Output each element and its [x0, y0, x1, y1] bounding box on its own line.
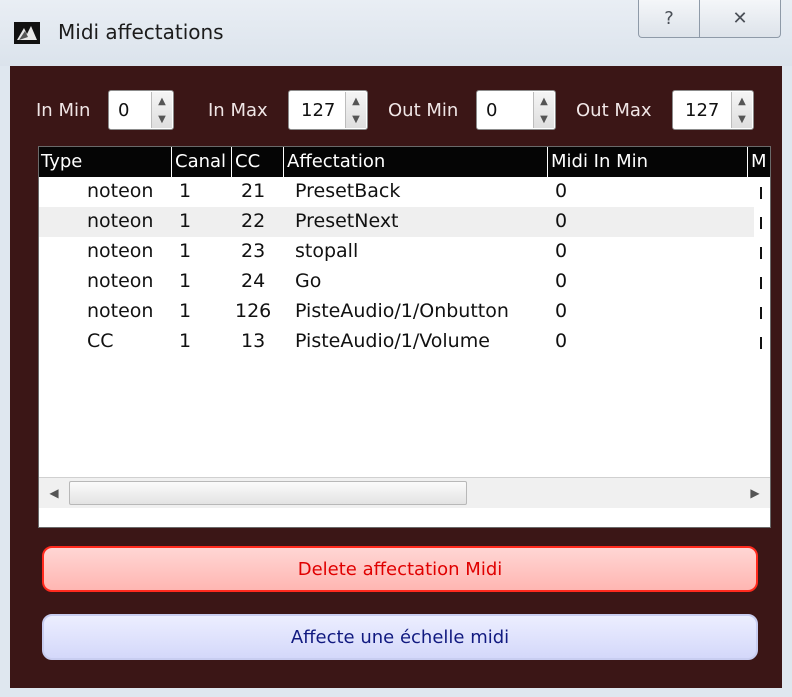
out-max-spinbox[interactable]: 127 ▲ ▼ — [672, 90, 754, 130]
out-max-down-arrow-icon[interactable]: ▼ — [732, 110, 752, 128]
table-row[interactable]: noteon 1 21 PresetBack 0 — [39, 177, 754, 207]
column-header-affectation[interactable]: Affectation — [287, 151, 385, 172]
help-button[interactable]: ? — [638, 0, 700, 38]
window-title: Midi affectations — [58, 20, 224, 44]
out-max-value[interactable]: 127 — [685, 100, 719, 121]
cell-cc: 22 — [241, 210, 266, 232]
table-row[interactable]: noteon 1 24 Go 0 — [39, 267, 754, 297]
scroll-left-arrow-icon[interactable]: ◀ — [39, 478, 69, 508]
cell-type: noteon — [87, 240, 154, 262]
truncated-cell-mark — [760, 217, 762, 229]
cell-type: noteon — [87, 270, 154, 292]
truncated-cell-mark — [760, 187, 762, 199]
scrollbar-thumb[interactable] — [69, 481, 467, 505]
table-row[interactable]: noteon 1 23 stopall 0 — [39, 237, 754, 267]
cell-affectation: Go — [295, 270, 322, 292]
affectations-table[interactable]: Type Canal CC Affectation Midi In Min M … — [38, 146, 771, 528]
in-min-value[interactable]: 0 — [118, 100, 129, 121]
truncated-column-edge — [754, 177, 770, 469]
cell-canal: 1 — [179, 330, 192, 352]
out-min-value[interactable]: 0 — [486, 100, 497, 121]
cell-cc: 21 — [241, 180, 266, 202]
cell-cc: 24 — [241, 270, 266, 292]
cell-type: noteon — [87, 210, 154, 232]
in-max-value[interactable]: 127 — [301, 100, 335, 121]
cell-affectation: PresetNext — [295, 210, 399, 232]
cell-affectation: PisteAudio/1/Onbutton — [295, 300, 509, 322]
table-row[interactable]: CC 1 13 PisteAudio/1/Volume 0 — [39, 327, 754, 357]
delete-affectation-button[interactable]: Delete affectation Midi — [42, 546, 758, 592]
table-header: Type Canal CC Affectation Midi In Min M — [39, 147, 770, 177]
column-separator[interactable] — [283, 147, 284, 177]
out-min-stepper[interactable]: ▲ ▼ — [533, 92, 554, 128]
out-max-stepper[interactable]: ▲ ▼ — [731, 92, 752, 128]
cell-canal: 1 — [179, 180, 192, 202]
column-separator[interactable] — [747, 147, 748, 177]
cell-canal: 1 — [179, 210, 192, 232]
range-spinboxes: In Min 0 ▲ ▼ In Max 127 ▲ ▼ Out Min 0 ▲ … — [10, 66, 782, 146]
table-row[interactable]: noteon 1 126 PisteAudio/1/Onbutton 0 — [39, 297, 754, 327]
in-min-stepper[interactable]: ▲ ▼ — [151, 92, 172, 128]
cell-midi-in-min: 0 — [555, 270, 568, 292]
cell-affectation: PresetBack — [295, 180, 401, 202]
cell-cc: 126 — [235, 300, 272, 322]
cell-midi-in-min: 0 — [555, 210, 568, 232]
in-max-up-arrow-icon[interactable]: ▲ — [346, 92, 366, 110]
dialog-body: In Min 0 ▲ ▼ In Max 127 ▲ ▼ Out Min 0 ▲ … — [10, 66, 782, 688]
in-min-up-arrow-icon[interactable]: ▲ — [152, 92, 172, 110]
out-max-up-arrow-icon[interactable]: ▲ — [732, 92, 752, 110]
horizontal-scrollbar[interactable]: ◀ ▶ — [39, 477, 770, 508]
cell-midi-in-min: 0 — [555, 180, 568, 202]
column-header-cc[interactable]: CC — [235, 151, 260, 172]
truncated-cell-mark — [760, 247, 762, 259]
cell-affectation: stopall — [295, 240, 359, 262]
cell-affectation: PisteAudio/1/Volume — [295, 330, 490, 352]
column-header-canal[interactable]: Canal — [175, 151, 226, 172]
cell-canal: 1 — [179, 270, 192, 292]
cell-canal: 1 — [179, 300, 192, 322]
truncated-cell-mark — [760, 307, 762, 319]
in-min-down-arrow-icon[interactable]: ▼ — [152, 110, 172, 128]
in-min-label: In Min — [36, 100, 91, 121]
column-header-midi-in-min[interactable]: Midi In Min — [551, 151, 648, 172]
close-button[interactable]: ✕ — [699, 0, 781, 38]
cell-type: noteon — [87, 180, 154, 202]
out-min-spinbox[interactable]: 0 ▲ ▼ — [476, 90, 556, 130]
column-separator[interactable] — [231, 147, 232, 177]
affect-midi-scale-button[interactable]: Affecte une échelle midi — [42, 614, 758, 660]
out-min-up-arrow-icon[interactable]: ▲ — [534, 92, 554, 110]
out-min-label: Out Min — [388, 100, 459, 121]
help-icon: ? — [664, 8, 674, 29]
column-separator[interactable] — [171, 147, 172, 177]
truncated-cell-mark — [760, 277, 762, 289]
table-row[interactable]: noteon 1 22 PresetNext 0 — [39, 207, 754, 237]
in-max-label: In Max — [208, 100, 268, 121]
column-separator[interactable] — [547, 147, 548, 177]
midi-affectations-window: Midi affectations ? ✕ In Min 0 ▲ ▼ In Ma… — [0, 0, 792, 697]
cell-midi-in-min: 0 — [555, 300, 568, 322]
in-max-down-arrow-icon[interactable]: ▼ — [346, 110, 366, 128]
cell-type: CC — [87, 330, 114, 352]
cell-midi-in-min: 0 — [555, 330, 568, 352]
scroll-right-arrow-icon[interactable]: ▶ — [740, 478, 770, 508]
column-header-m[interactable]: M — [751, 151, 767, 172]
title-bar[interactable]: Midi affectations ? ✕ — [0, 0, 792, 66]
in-min-spinbox[interactable]: 0 ▲ ▼ — [108, 90, 174, 130]
cell-canal: 1 — [179, 240, 192, 262]
affect-midi-scale-label: Affecte une échelle midi — [290, 626, 510, 648]
cell-cc: 23 — [241, 240, 266, 262]
out-min-down-arrow-icon[interactable]: ▼ — [534, 110, 554, 128]
cell-cc: 13 — [241, 330, 266, 352]
app-logo-icon — [14, 22, 40, 44]
truncated-cell-mark — [760, 337, 762, 349]
out-max-label: Out Max — [576, 100, 652, 121]
close-icon: ✕ — [732, 8, 748, 29]
in-max-spinbox[interactable]: 127 ▲ ▼ — [288, 90, 368, 130]
cell-type: noteon — [87, 300, 154, 322]
cell-midi-in-min: 0 — [555, 240, 568, 262]
in-max-stepper[interactable]: ▲ ▼ — [345, 92, 366, 128]
delete-affectation-label: Delete affectation Midi — [297, 558, 503, 580]
column-header-type[interactable]: Type — [41, 151, 82, 172]
